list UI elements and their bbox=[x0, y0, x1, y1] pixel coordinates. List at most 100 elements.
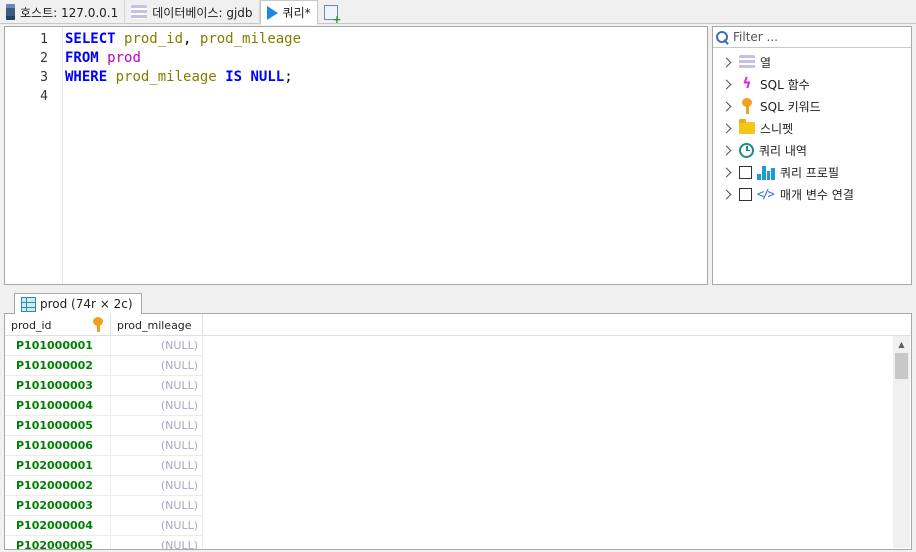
keyword-is-null: IS NULL bbox=[225, 69, 285, 85]
table-row[interactable]: P101000001 (NULL) bbox=[5, 336, 911, 356]
column-header-prod-id[interactable]: prod_id bbox=[5, 314, 111, 336]
cell-prod-mileage[interactable]: (NULL) bbox=[111, 456, 203, 476]
statement-terminator: ; bbox=[284, 69, 293, 85]
table-row[interactable]: P101000006 (NULL) bbox=[5, 436, 911, 456]
code-area[interactable]: SELECT prod_id, prod_mileage FROM prod W… bbox=[63, 27, 301, 284]
vertical-scrollbar[interactable]: ▲ bbox=[893, 336, 910, 548]
line-number: 3 bbox=[40, 70, 48, 85]
keyword-from: FROM bbox=[65, 50, 99, 66]
cell-prod-id[interactable]: P102000005 bbox=[5, 536, 111, 549]
cell-prod-id[interactable]: P102000002 bbox=[5, 476, 111, 496]
cell-prod-id[interactable]: P102000004 bbox=[5, 516, 111, 536]
chevron-right-icon[interactable] bbox=[721, 167, 732, 177]
cell-prod-mileage[interactable]: (NULL) bbox=[111, 416, 203, 436]
tree-item-sql-keywords[interactable]: SQL 키워드 bbox=[713, 95, 911, 117]
code-line-3: WHERE prod_mileage IS NULL; bbox=[65, 68, 301, 87]
cell-prod-id[interactable]: P101000002 bbox=[5, 356, 111, 376]
new-query-tab-button[interactable] bbox=[318, 0, 344, 25]
cell-prod-mileage[interactable]: (NULL) bbox=[111, 516, 203, 536]
chevron-right-icon[interactable] bbox=[721, 189, 732, 199]
chevron-right-icon[interactable] bbox=[721, 57, 732, 67]
table-row[interactable]: P101000005 (NULL) bbox=[5, 416, 911, 436]
table-prod: prod bbox=[107, 50, 141, 66]
tab-query-label: 쿼리* bbox=[282, 6, 311, 20]
bolt-icon: ϟ bbox=[742, 76, 752, 92]
chevron-right-icon[interactable] bbox=[721, 145, 732, 155]
table-row[interactable]: P101000002 (NULL) bbox=[5, 356, 911, 376]
scroll-up-icon[interactable]: ▲ bbox=[893, 336, 910, 353]
cell-prod-id[interactable]: P101000006 bbox=[5, 436, 111, 456]
cell-prod-mileage[interactable]: (NULL) bbox=[111, 376, 203, 396]
tree-item-label: SQL 함수 bbox=[760, 77, 810, 92]
filter-box bbox=[713, 27, 911, 48]
result-tab-label: prod (74r × 2c) bbox=[40, 297, 133, 311]
cell-prod-mileage[interactable]: (NULL) bbox=[111, 536, 203, 549]
cell-prod-id[interactable]: P101000001 bbox=[5, 336, 111, 356]
query-helper-panel: 열 ϟ SQL 함수 SQL 키워드 스니펫 쿼리 내역 쿼리 프로필 bbox=[712, 26, 912, 285]
tree-item-label: 쿼리 내역 bbox=[759, 143, 807, 158]
tab-host[interactable]: 호스트: 127.0.0.1 bbox=[0, 0, 126, 24]
helper-tree: 열 ϟ SQL 함수 SQL 키워드 스니펫 쿼리 내역 쿼리 프로필 </> … bbox=[713, 48, 911, 205]
table-row[interactable]: P102000004 (NULL) bbox=[5, 516, 911, 536]
result-tab-bar: prod (74r × 2c) bbox=[4, 292, 912, 315]
columns-icon bbox=[739, 55, 755, 69]
line-number: 2 bbox=[40, 51, 48, 66]
tab-database-label: 데이터베이스: gjdb bbox=[152, 5, 253, 20]
cell-prod-mileage[interactable]: (NULL) bbox=[111, 396, 203, 416]
column-header-label: prod_mileage bbox=[117, 318, 192, 332]
code-icon: </> bbox=[757, 187, 775, 201]
table-row[interactable]: P102000001 (NULL) bbox=[5, 456, 911, 476]
tab-query[interactable]: 쿼리* bbox=[259, 0, 318, 25]
column-header-prod-mileage[interactable]: prod_mileage bbox=[111, 314, 203, 336]
tree-item-query-history[interactable]: 쿼리 내역 bbox=[713, 139, 911, 161]
bind-parameters-checkbox[interactable] bbox=[739, 187, 752, 201]
cell-prod-mileage[interactable]: (NULL) bbox=[111, 336, 203, 356]
line-number-gutter: 1 2 3 4 bbox=[5, 27, 63, 284]
database-icon bbox=[131, 5, 148, 19]
clock-icon bbox=[739, 142, 754, 158]
table-row[interactable]: P102000003 (NULL) bbox=[5, 496, 911, 516]
tree-item-label: 매개 변수 연결 bbox=[780, 187, 854, 202]
column-prod-id: prod_id bbox=[124, 31, 184, 47]
table-row[interactable]: P101000003 (NULL) bbox=[5, 376, 911, 396]
result-grid[interactable]: prod_id prod_mileage P101000001 (NULL) P1… bbox=[4, 314, 912, 550]
cell-prod-id[interactable]: P102000003 bbox=[5, 496, 111, 516]
tree-item-label: 열 bbox=[760, 55, 772, 70]
cell-prod-id[interactable]: P101000004 bbox=[5, 396, 111, 416]
primary-key-icon bbox=[92, 317, 104, 333]
filter-input[interactable] bbox=[733, 30, 903, 44]
server-icon bbox=[6, 4, 15, 20]
result-tab-prod[interactable]: prod (74r × 2c) bbox=[14, 293, 142, 315]
tree-item-query-profile[interactable]: 쿼리 프로필 bbox=[713, 161, 911, 183]
cell-prod-mileage[interactable]: (NULL) bbox=[111, 496, 203, 516]
column-header-label: prod_id bbox=[11, 318, 52, 332]
scrollbar-thumb[interactable] bbox=[895, 353, 908, 379]
connection-tab-bar: 호스트: 127.0.0.1 데이터베이스: gjdb 쿼리* bbox=[0, 0, 916, 25]
sql-editor[interactable]: 1 2 3 4 SELECT prod_id, prod_mileage FRO… bbox=[4, 26, 708, 285]
comma-separator: , bbox=[183, 31, 200, 47]
table-grid-icon bbox=[21, 296, 36, 312]
cell-prod-id[interactable]: P101000005 bbox=[5, 416, 111, 436]
tree-item-label: 쿼리 프로필 bbox=[780, 165, 840, 180]
table-row[interactable]: P102000005 (NULL) bbox=[5, 536, 911, 549]
chevron-right-icon[interactable] bbox=[721, 101, 732, 111]
tree-item-bind-parameters[interactable]: </> 매개 변수 연결 bbox=[713, 183, 911, 205]
tree-item-sql-functions[interactable]: ϟ SQL 함수 bbox=[713, 73, 911, 95]
tree-item-columns[interactable]: 열 bbox=[713, 51, 911, 73]
tree-item-snippets[interactable]: 스니펫 bbox=[713, 117, 911, 139]
table-row[interactable]: P102000002 (NULL) bbox=[5, 476, 911, 496]
query-profile-checkbox[interactable] bbox=[739, 165, 752, 179]
cell-prod-mileage[interactable]: (NULL) bbox=[111, 356, 203, 376]
search-icon bbox=[716, 30, 729, 44]
cell-prod-mileage[interactable]: (NULL) bbox=[111, 436, 203, 456]
folder-icon bbox=[739, 119, 755, 134]
cell-prod-id[interactable]: P101000003 bbox=[5, 376, 111, 396]
table-row[interactable]: P101000004 (NULL) bbox=[5, 396, 911, 416]
chevron-right-icon[interactable] bbox=[721, 79, 732, 89]
tab-database[interactable]: 데이터베이스: gjdb bbox=[125, 0, 260, 24]
cell-prod-id[interactable]: P102000001 bbox=[5, 456, 111, 476]
keyword-select: SELECT bbox=[65, 31, 116, 47]
play-icon bbox=[266, 5, 278, 20]
cell-prod-mileage[interactable]: (NULL) bbox=[111, 476, 203, 496]
chevron-right-icon[interactable] bbox=[721, 123, 732, 133]
